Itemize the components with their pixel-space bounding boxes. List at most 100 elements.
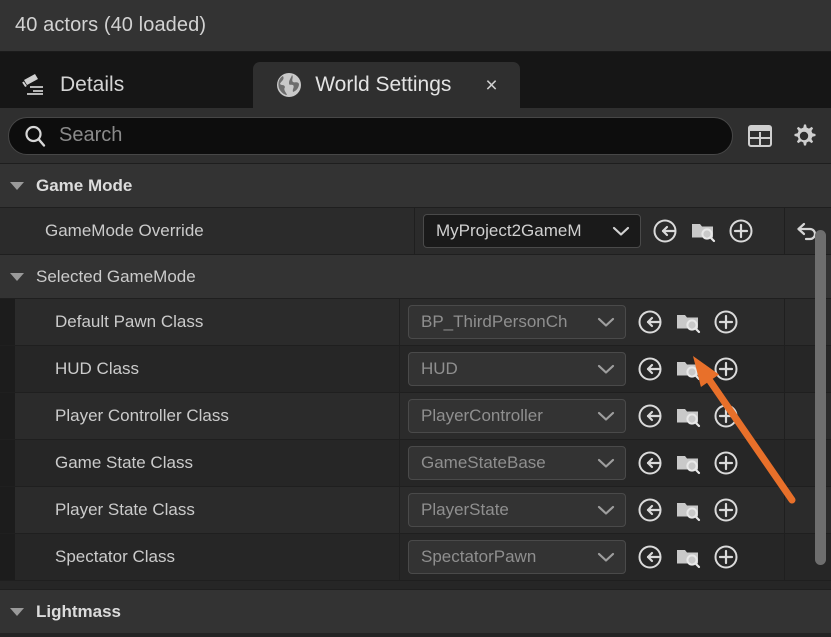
tab-world-settings[interactable]: World Settings ×: [253, 62, 519, 108]
property-value-cell: SpectatorPawn: [400, 534, 785, 580]
row-indent-gutter: [0, 487, 15, 533]
chevron-down-icon[interactable]: [612, 225, 630, 237]
gear-icon: [790, 122, 818, 150]
close-icon[interactable]: ×: [485, 75, 497, 96]
chevron-down-icon[interactable]: [597, 457, 615, 469]
open-asset-browser-icon[interactable]: [689, 217, 717, 245]
combo-game-state-class[interactable]: GameStateBase: [408, 446, 626, 480]
section-label-game-mode: Game Mode: [36, 176, 132, 196]
details-pen-icon: [22, 73, 48, 97]
browse-to-asset-icon[interactable]: [636, 496, 664, 524]
property-label-gamemode-override: GameMode Override: [45, 221, 204, 241]
chevron-down-icon[interactable]: [597, 410, 615, 422]
property-name-cell: HUD Class: [15, 346, 400, 392]
combo-value: GameStateBase: [421, 453, 546, 473]
row-indent-gutter: [0, 440, 15, 486]
combo-value: PlayerState: [421, 500, 509, 520]
property-value-cell: GameStateBase: [400, 440, 785, 486]
row-indent-gutter: [0, 346, 15, 392]
chevron-down-icon[interactable]: [597, 551, 615, 563]
browse-to-asset-icon[interactable]: [636, 449, 664, 477]
property-value-cell: PlayerController: [400, 393, 785, 439]
scrollbar-track[interactable]: [813, 164, 827, 589]
browse-to-asset-icon[interactable]: [636, 543, 664, 571]
combo-player-controller-class[interactable]: PlayerController: [408, 399, 626, 433]
tab-world-settings-label: World Settings: [315, 73, 451, 97]
globe-icon: [275, 71, 303, 99]
property-name-cell: Default Pawn Class: [15, 299, 400, 345]
property-label-game-state-class: Game State Class: [55, 453, 193, 473]
new-asset-icon[interactable]: [712, 543, 740, 571]
combo-spectator-class[interactable]: SpectatorPawn: [408, 540, 626, 574]
table-grid-icon: [747, 123, 773, 149]
property-row-default-pawn-class[interactable]: Default Pawn Class BP_ThirdPersonCh: [0, 299, 831, 346]
property-row-hud-class[interactable]: HUD Class HUD: [0, 346, 831, 393]
new-asset-icon[interactable]: [712, 355, 740, 383]
row-indent-gutter: [0, 299, 15, 345]
chevron-down-icon[interactable]: [2, 180, 32, 192]
new-asset-icon[interactable]: [712, 308, 740, 336]
column-view-button[interactable]: [743, 119, 777, 153]
row-indent-gutter: [0, 534, 15, 580]
new-asset-icon[interactable]: [712, 449, 740, 477]
property-row-player-state-class[interactable]: Player State Class PlayerState: [0, 487, 831, 534]
actor-count-label: 40 actors (40 loaded): [15, 14, 206, 37]
open-asset-browser-icon[interactable]: [674, 449, 702, 477]
status-bar: 40 actors (40 loaded): [0, 0, 831, 52]
settings-button[interactable]: [787, 119, 821, 153]
search-placeholder: Search: [59, 124, 122, 147]
open-asset-browser-icon[interactable]: [674, 355, 702, 383]
property-label-hud-class: HUD Class: [55, 359, 139, 379]
chevron-down-icon[interactable]: [2, 271, 32, 283]
property-name-cell: Game State Class: [15, 440, 400, 486]
property-name-cell: GameMode Override: [15, 208, 415, 254]
open-asset-browser-icon[interactable]: [674, 496, 702, 524]
property-label-default-pawn-class: Default Pawn Class: [55, 312, 203, 332]
open-asset-browser-icon[interactable]: [674, 543, 702, 571]
combo-gamemode-override[interactable]: MyProject2GameM: [423, 214, 641, 248]
section-header-selected-gamemode[interactable]: Selected GameMode: [0, 255, 831, 299]
scrollbar-thumb[interactable]: [815, 230, 826, 565]
property-label-player-state-class: Player State Class: [55, 500, 195, 520]
new-asset-icon[interactable]: [727, 217, 755, 245]
tab-details-label: Details: [60, 73, 124, 97]
open-asset-browser-icon[interactable]: [674, 402, 702, 430]
chevron-down-icon[interactable]: [597, 363, 615, 375]
section-header-lightmass[interactable]: Lightmass: [0, 589, 831, 633]
browse-to-asset-icon[interactable]: [636, 355, 664, 383]
browse-to-asset-icon[interactable]: [636, 402, 664, 430]
search-input[interactable]: Search: [8, 117, 733, 155]
chevron-down-icon[interactable]: [597, 316, 615, 328]
property-row-spectator-class[interactable]: Spectator Class SpectatorPawn: [0, 534, 831, 581]
section-label-lightmass: Lightmass: [36, 602, 121, 622]
tab-details[interactable]: Details: [0, 62, 146, 108]
row-indent-gutter: [0, 393, 15, 439]
combo-value: SpectatorPawn: [421, 547, 536, 567]
search-icon: [23, 124, 47, 148]
section-label-selected-gamemode: Selected GameMode: [36, 267, 196, 287]
combo-hud-class[interactable]: HUD: [408, 352, 626, 386]
property-label-player-controller-class: Player Controller Class: [55, 406, 229, 426]
property-row-game-state-class[interactable]: Game State Class GameStateBase: [0, 440, 831, 487]
new-asset-icon[interactable]: [712, 402, 740, 430]
browse-to-asset-icon[interactable]: [651, 217, 679, 245]
combo-default-pawn-class[interactable]: BP_ThirdPersonCh: [408, 305, 626, 339]
property-row-gamemode-override[interactable]: GameMode Override MyProject2GameM: [0, 208, 831, 255]
nested-property-rows: Default Pawn Class BP_ThirdPersonCh HUD Cl…: [0, 299, 831, 581]
open-asset-browser-icon[interactable]: [674, 308, 702, 336]
property-label-spectator-class: Spectator Class: [55, 547, 175, 567]
property-name-cell: Player Controller Class: [15, 393, 400, 439]
property-name-cell: Player State Class: [15, 487, 400, 533]
combo-value: BP_ThirdPersonCh: [421, 312, 567, 332]
property-value-cell: BP_ThirdPersonCh: [400, 299, 785, 345]
new-asset-icon[interactable]: [712, 496, 740, 524]
browse-to-asset-icon[interactable]: [636, 308, 664, 336]
chevron-down-icon[interactable]: [597, 504, 615, 516]
property-value-cell: MyProject2GameM: [415, 208, 785, 254]
combo-value: MyProject2GameM: [436, 221, 581, 241]
row-gutter: [0, 208, 15, 254]
section-header-game-mode[interactable]: Game Mode: [0, 164, 831, 208]
combo-player-state-class[interactable]: PlayerState: [408, 493, 626, 527]
property-row-player-controller-class[interactable]: Player Controller Class PlayerController: [0, 393, 831, 440]
chevron-down-icon[interactable]: [2, 606, 32, 618]
